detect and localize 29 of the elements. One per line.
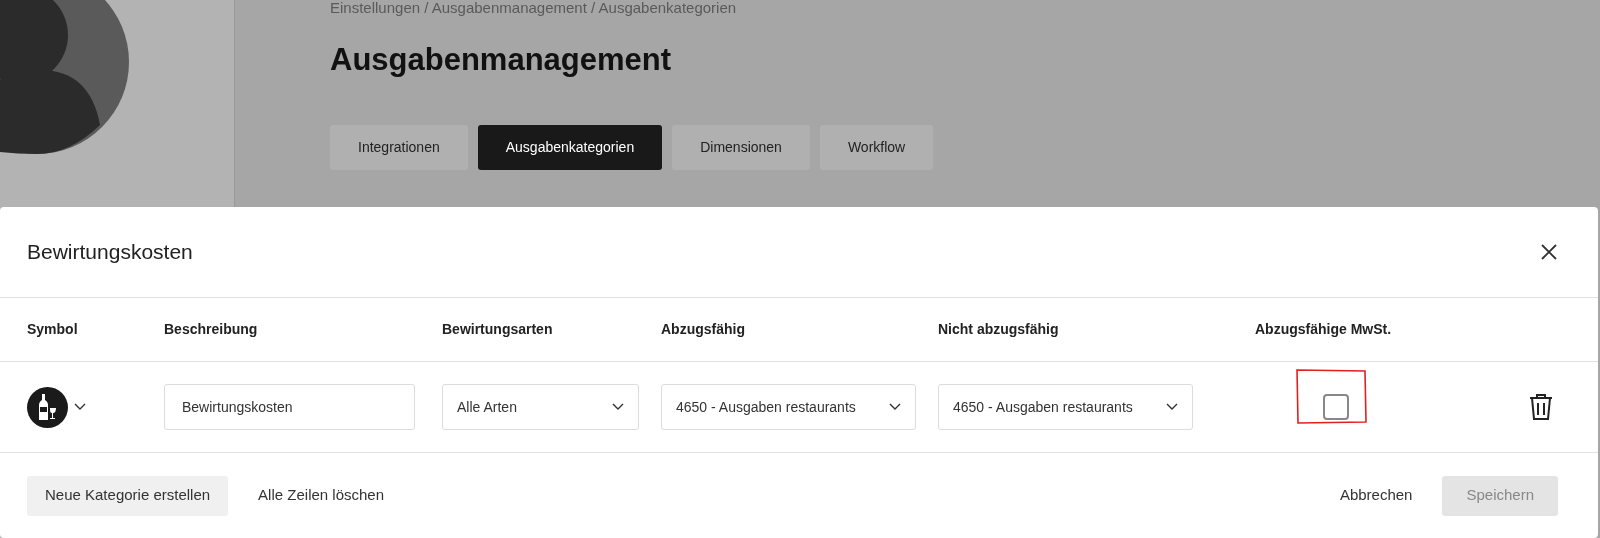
tab[interactable]: Integrationen <box>330 124 468 170</box>
column-header: Beschreibung <box>164 320 258 339</box>
new-category-button[interactable]: Neue Kategorie erstellen <box>27 475 229 516</box>
checkbox[interactable] <box>1323 394 1349 421</box>
column-header: Abzugsfähig <box>661 320 745 339</box>
bottle-glass-icon <box>27 386 68 428</box>
tab[interactable]: Workflow <box>819 124 934 170</box>
symbol-dropdown-button[interactable] <box>74 403 86 412</box>
account-select[interactable]: 4650 - Ausgaben restaurants <box>661 384 916 431</box>
chevron-down-icon <box>1166 403 1178 412</box>
breadcrumb: Einstellungen / Ausgabenmanagement / Ausgabenkategorien <box>330 0 738 16</box>
cancel-button[interactable]: Abbrechen <box>1339 484 1413 507</box>
dialog-title: Bewirtungskosten <box>27 239 193 266</box>
column-header: Abzugsfähige MwSt. <box>1255 320 1392 339</box>
description-input[interactable]: Bewirtungskosten <box>164 384 415 431</box>
close-icon[interactable] <box>1540 242 1558 261</box>
column-header: Nicht abzugsfähig <box>938 320 1059 339</box>
clear-rows-button[interactable]: Alle Zeilen löschen <box>258 484 384 507</box>
column-header: Bewirtungsarten <box>442 320 553 339</box>
chevron-down-icon <box>612 403 624 412</box>
tab[interactable]: Ausgabenkategorien <box>477 124 663 170</box>
type-select[interactable]: Alle Arten <box>442 384 639 431</box>
page-title: Ausgabenmanagement <box>330 41 673 79</box>
account-select[interactable]: 4650 - Ausgaben restaurants <box>938 384 1193 431</box>
tab[interactable]: Dimensionen <box>672 124 810 170</box>
chevron-down-icon <box>74 403 86 412</box>
column-header: Symbol <box>27 320 78 339</box>
chevron-down-icon <box>889 403 901 412</box>
trash-icon[interactable] <box>1529 393 1553 422</box>
